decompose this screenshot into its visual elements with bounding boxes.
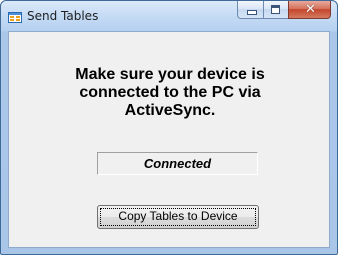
app-window-icon (8, 12, 22, 23)
connection-status-label: Connected (97, 152, 258, 175)
send-tables-window: Send Tables ✕ Make sure your device is c… (0, 0, 338, 255)
close-button[interactable]: ✕ (288, 1, 331, 19)
title-bar[interactable]: Send Tables ✕ (1, 1, 337, 31)
instruction-text: Make sure your device is connected to th… (75, 66, 265, 119)
caption-buttons: ✕ (237, 1, 331, 20)
client-area: Make sure your device is connected to th… (8, 31, 330, 248)
maximize-button[interactable] (263, 1, 288, 19)
minimize-button[interactable] (237, 1, 263, 19)
window-title: Send Tables (27, 9, 99, 23)
minimize-icon (247, 10, 257, 15)
maximize-icon (271, 5, 280, 14)
close-icon: ✕ (305, 2, 316, 17)
copy-tables-button[interactable]: Copy Tables to Device (97, 205, 259, 229)
